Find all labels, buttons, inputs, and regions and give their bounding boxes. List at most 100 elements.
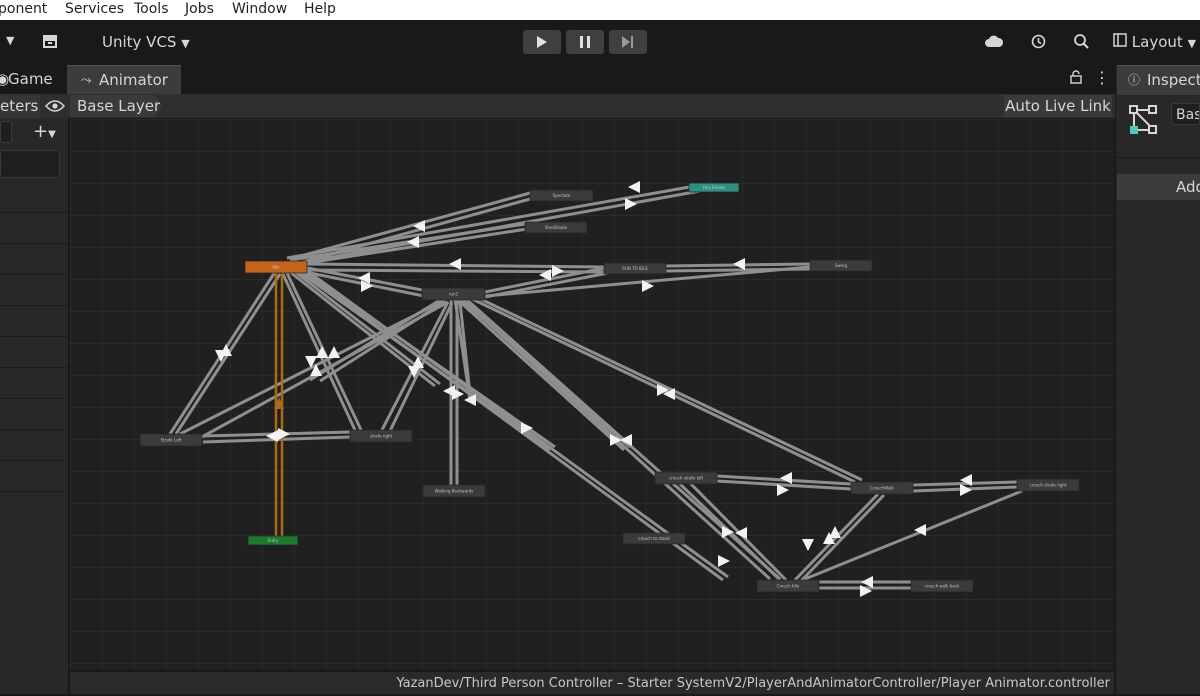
breadcrumb-base-layer: Base Layer	[77, 97, 161, 115]
parameter-search-input[interactable]	[0, 121, 12, 143]
state-node-crouch-walk[interactable]: CrouchWalk	[850, 481, 914, 495]
layout-dropdown[interactable]: Layout ▼	[1113, 33, 1196, 51]
state-node-crouch-walk-back[interactable]: crouch walk back	[910, 579, 974, 593]
menu-help[interactable]: Help	[304, 0, 336, 18]
transition-arrow[interactable]	[628, 181, 640, 193]
state-node-label: strafe right	[370, 434, 393, 439]
menu-tools[interactable]: Tools	[134, 0, 169, 18]
parameter-row[interactable]	[0, 213, 68, 244]
transition-arrow[interactable]	[802, 539, 814, 551]
pause-button[interactable]	[566, 30, 604, 54]
parameter-row[interactable]	[0, 399, 68, 430]
transition-line[interactable]	[286, 184, 696, 260]
state-node-label: CrouchWalk	[870, 486, 894, 491]
state-node-idle[interactable]: Idle	[244, 260, 308, 274]
archive-icon[interactable]	[42, 33, 58, 53]
state-node-strafe-right[interactable]: strafe right	[349, 429, 413, 443]
parameter-row[interactable]	[0, 461, 68, 492]
transition-line[interactable]	[456, 298, 626, 452]
parameter-row[interactable]	[0, 182, 68, 213]
add-parameter-button[interactable]: +▼	[33, 121, 56, 142]
tab-animator[interactable]: ⤳ Animator	[67, 65, 181, 95]
parameter-row[interactable]	[0, 430, 68, 461]
more-options-icon[interactable]: ⋮	[1094, 68, 1110, 87]
eye-toggle[interactable]	[40, 94, 68, 118]
menu-services[interactable]: Services	[65, 0, 124, 18]
cloud-icon[interactable]	[984, 33, 1004, 53]
transition-line[interactable]	[289, 191, 531, 261]
parameters-tab-label: eters	[0, 97, 39, 115]
state-node-label: Crouch Idle	[777, 584, 800, 589]
state-node-shaked[interactable]: ShedShake	[524, 221, 588, 234]
transition-arrows	[215, 181, 972, 597]
entry-transition	[274, 272, 284, 538]
parameter-row[interactable]	[0, 368, 68, 399]
transition-arrow[interactable]	[718, 555, 730, 567]
parameter-row[interactable]	[0, 306, 68, 337]
step-icon	[622, 36, 633, 48]
state-graph-canvas: Spectate Hey Emote ShedShake Idle RUN TO IDL…	[139, 181, 1080, 597]
breadcrumb[interactable]: Base Layer	[70, 95, 162, 117]
layer-breadcrumb-bar	[68, 94, 1115, 118]
state-node-hey-emote[interactable]: Hey Emote	[688, 182, 740, 193]
transition-line[interactable]	[319, 300, 445, 383]
state-machine-graph[interactable]: Spectate Hey Emote ShedShake Idle RUN TO IDL…	[70, 119, 1114, 670]
state-node-label: run1	[449, 292, 459, 297]
chevron-down-icon[interactable]: ▼	[6, 34, 14, 47]
state-node-label: Walking Backwards	[435, 489, 474, 494]
unity-vcs-button[interactable]: Unity VCS ▼	[102, 33, 190, 51]
state-machine-name-field[interactable]: Bas	[1171, 103, 1200, 125]
parameters-tab[interactable]: eters	[0, 94, 40, 118]
parameter-row[interactable]	[0, 244, 68, 275]
transition-line[interactable]	[799, 493, 886, 583]
search-icon[interactable]	[1073, 33, 1090, 54]
menu-window[interactable]: Window	[232, 0, 287, 18]
history-icon[interactable]	[1030, 33, 1047, 54]
state-node-label: Hey Emote	[703, 185, 726, 190]
layout-icon	[1113, 33, 1127, 47]
menu-component[interactable]: ponent	[0, 0, 47, 18]
eye-icon	[45, 100, 65, 112]
transition-arrow[interactable]	[625, 198, 637, 210]
state-node-label: crouch walk back	[925, 584, 960, 589]
state-node-crouch-strafe-left[interactable]: crouch strafe left	[654, 471, 718, 485]
auto-live-link-label: Auto Live Link	[1005, 97, 1111, 115]
transition-arrow[interactable]	[780, 472, 792, 484]
tab-inspector[interactable]: ⓘ Inspect	[1117, 65, 1200, 95]
state-node-crouch-idle[interactable]: Crouch Idle	[756, 579, 820, 593]
state-node-label: RUN TO IDLE	[622, 266, 648, 271]
state-node-swing[interactable]: Swing	[809, 259, 873, 272]
state-node-walking-back[interactable]: Walking Backwards	[422, 484, 486, 498]
transition-arrow[interactable]	[960, 484, 972, 496]
lock-icon[interactable]	[1070, 70, 1082, 88]
parameter-name-field[interactable]	[0, 150, 60, 178]
state-node-crouch-strafe-right[interactable]: crouch strafe right	[1016, 478, 1080, 492]
menu-jobs[interactable]: Jobs	[185, 0, 214, 18]
tab-game[interactable]: ◉ Game	[0, 65, 66, 94]
transition-arrow[interactable]	[449, 258, 461, 270]
controller-path: YazanDev/Third Person Controller – Start…	[396, 676, 1110, 691]
state-node-crouch-to-stand[interactable]: crouch to stand	[622, 532, 686, 545]
pause-icon	[580, 36, 590, 48]
state-node-label: Entry	[268, 538, 279, 543]
state-node-strafe-left[interactable]: Strafe Left	[139, 433, 203, 447]
transition-arrow[interactable]	[829, 526, 841, 538]
state-node-jump[interactable]: run1	[421, 287, 486, 301]
parameter-row[interactable]	[0, 275, 68, 306]
state-machine-name: Bas	[1176, 107, 1200, 123]
chevron-down-icon: ▼	[48, 129, 56, 140]
play-icon	[537, 36, 547, 48]
state-node-run-to-idle[interactable]: RUN TO IDLE	[603, 262, 667, 275]
transition-arrow[interactable]	[733, 258, 745, 270]
state-node-spectate[interactable]: Spectate	[529, 189, 594, 202]
state-node-entry[interactable]: Entry	[247, 535, 299, 546]
play-button[interactable]	[523, 30, 561, 54]
parameter-row[interactable]	[0, 337, 68, 368]
step-button[interactable]	[609, 30, 647, 54]
auto-live-link-button[interactable]: Auto Live Link	[1004, 95, 1112, 117]
add-behaviour-button[interactable]: Add	[1117, 174, 1200, 200]
transition-arrow[interactable]	[328, 346, 340, 358]
unity-vcs-label: Unity VCS	[102, 33, 177, 51]
transition-arrow[interactable]	[861, 576, 873, 588]
transition-line[interactable]	[473, 294, 863, 482]
